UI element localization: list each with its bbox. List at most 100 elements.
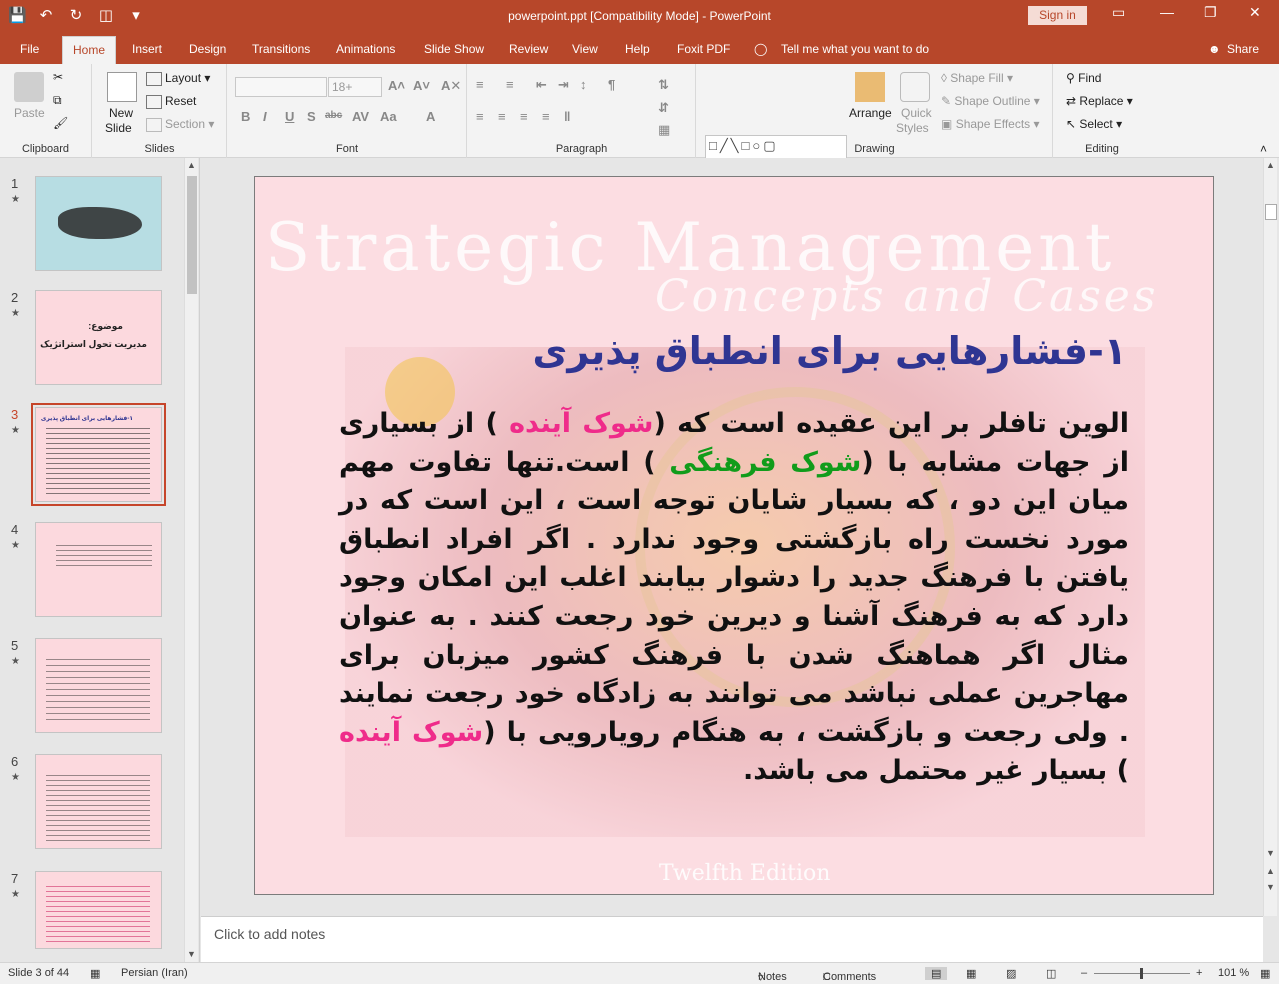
new-slide-button[interactable]: New	[109, 106, 133, 120]
underline-icon[interactable]: U	[285, 109, 294, 124]
clear-formatting-icon[interactable]: A✕	[441, 78, 461, 94]
quick-styles-button-line2[interactable]: Styles	[896, 121, 929, 135]
tab-foxit-pdf[interactable]: Foxit PDF	[677, 42, 730, 56]
zoom-level[interactable]: 101 %	[1218, 967, 1249, 979]
scroll-up-icon[interactable]: ▲	[187, 160, 196, 170]
slide-body-text[interactable]: الوین تافلر بر این عقیده است که (شوک آین…	[339, 405, 1129, 791]
reset-button[interactable]: Reset	[146, 94, 196, 109]
thumbnail-1[interactable]	[35, 176, 162, 271]
share-button[interactable]: Share	[1227, 42, 1259, 56]
align-left-icon[interactable]: ≡	[476, 109, 484, 124]
new-slide-button-line2[interactable]: Slide	[105, 121, 132, 135]
tab-file[interactable]: File	[20, 42, 39, 56]
bullets-icon[interactable]: ≡	[476, 77, 484, 92]
cut-icon[interactable]: ✂	[53, 70, 63, 84]
character-spacing-icon[interactable]: AV	[352, 109, 369, 124]
layout-button[interactable]: Layout ▾	[146, 71, 210, 86]
columns-icon[interactable]: ‖	[564, 109, 570, 124]
copy-icon[interactable]: ⧉	[53, 93, 62, 108]
close-icon[interactable]: ✕	[1249, 4, 1261, 21]
paste-button[interactable]: Paste	[14, 106, 45, 120]
shape-outline-button[interactable]: ✎ Shape Outline ▾	[941, 94, 1040, 108]
slide-sorter-icon[interactable]: ▦	[966, 967, 976, 980]
align-right-icon[interactable]: ≡	[520, 109, 528, 124]
notes-pane[interactable]: Click to add notes	[201, 916, 1263, 962]
increase-indent-icon[interactable]: ⇥	[558, 77, 569, 93]
slideshow-view-icon[interactable]: ◫	[1046, 967, 1056, 980]
slide-heading[interactable]: ۱-فشارهایی برای انطباق پذیری	[533, 329, 1127, 373]
normal-view-icon[interactable]: ▤	[925, 967, 948, 980]
zoom-slider-handle[interactable]	[1140, 968, 1143, 979]
reading-view-icon[interactable]: ▨	[1006, 967, 1016, 980]
maximize-icon[interactable]: ❐	[1204, 4, 1217, 21]
next-slide-icon[interactable]: ▼	[1266, 882, 1275, 892]
tab-home[interactable]: Home	[62, 36, 117, 64]
collapse-ribbon-icon[interactable]: ˄	[1260, 142, 1267, 156]
tab-transitions[interactable]: Transitions	[252, 42, 310, 56]
thumbnail-3[interactable]: ۱-فشارهایی برای انطباق پذیری	[31, 403, 166, 506]
thumbnail-7[interactable]	[35, 871, 162, 949]
tab-view[interactable]: View	[572, 42, 598, 56]
tab-animations[interactable]: Animations	[336, 42, 395, 56]
language-indicator[interactable]: Persian (Iran)	[121, 967, 188, 979]
thumbnail-number: 5	[11, 638, 19, 653]
section-button[interactable]: Section ▾	[146, 117, 214, 132]
tab-design[interactable]: Design	[189, 42, 226, 56]
ribbon-display-icon[interactable]: ▭	[1112, 4, 1125, 21]
rtl-icon[interactable]: ¶	[608, 77, 615, 92]
slide-scrollbar[interactable]: ▲ ▼ ▲ ▼	[1263, 158, 1277, 916]
change-case-icon[interactable]: Aa	[380, 109, 397, 124]
arrange-button[interactable]: Arrange	[849, 106, 892, 120]
strikethrough-icon[interactable]: abc	[325, 110, 342, 121]
line-spacing-icon[interactable]: ↕	[580, 77, 587, 92]
font-color-icon[interactable]: A	[426, 109, 435, 124]
text-shadow-icon[interactable]: S	[307, 109, 316, 124]
zoom-in-icon[interactable]: +	[1196, 967, 1202, 979]
increase-font-icon[interactable]: A˄	[388, 78, 405, 93]
zoom-out-icon[interactable]: –	[1081, 967, 1087, 979]
tab-insert[interactable]: Insert	[132, 42, 162, 56]
replace-button[interactable]: ⇄ Replace ▾	[1066, 94, 1133, 108]
quick-styles-button[interactable]: Quick	[901, 106, 932, 120]
italic-icon[interactable]: I	[263, 109, 267, 124]
decrease-font-icon[interactable]: A˅	[413, 78, 430, 93]
tab-review[interactable]: Review	[509, 42, 548, 56]
thumbnail-5[interactable]	[35, 638, 162, 733]
decrease-indent-icon[interactable]: ⇤	[536, 77, 547, 93]
shape-effects-button[interactable]: ▣ Shape Effects ▾	[941, 117, 1040, 131]
smartart-icon[interactable]: ▦	[658, 122, 670, 138]
minimize-icon[interactable]: —	[1160, 4, 1174, 20]
shape-fill-button[interactable]: ◊ Shape Fill ▾	[941, 71, 1013, 85]
justify-icon[interactable]: ≡	[542, 109, 550, 124]
align-center-icon[interactable]: ≡	[498, 109, 506, 124]
thumbnail-scroll-thumb[interactable]	[187, 176, 197, 294]
select-button[interactable]: ↖ Select ▾	[1066, 117, 1122, 131]
thumbnail-6[interactable]	[35, 754, 162, 849]
animation-star-icon: ★	[11, 425, 20, 436]
previous-slide-icon[interactable]: ▲	[1266, 866, 1275, 876]
numbering-icon[interactable]: ≡	[506, 77, 514, 92]
slide-canvas[interactable]: Strategic Management Concepts and Cases …	[254, 176, 1214, 895]
notes-placeholder[interactable]: Click to add notes	[214, 926, 325, 942]
spell-check-icon[interactable]: ▦	[90, 967, 100, 980]
tab-help[interactable]: Help	[625, 42, 650, 56]
format-painter-icon[interactable]: 🖌	[53, 116, 68, 130]
sign-in-button[interactable]: Sign in	[1028, 6, 1087, 25]
paragraph-label: Paragraph	[555, 143, 608, 155]
scroll-down-icon[interactable]: ▼	[1266, 848, 1275, 858]
scroll-up-icon[interactable]: ▲	[1266, 160, 1275, 170]
thumbnail-2[interactable]: موضوع: مدیریت تحول استراتژیک	[35, 290, 162, 385]
font-size-dropdown[interactable]: 18+	[328, 77, 382, 97]
thumbnail-4[interactable]	[35, 522, 162, 617]
tell-me-box[interactable]: Tell me what you want to do	[781, 42, 929, 56]
bold-icon[interactable]: B	[241, 109, 250, 124]
fit-slide-icon[interactable]: ▦	[1260, 967, 1270, 980]
tab-slide-show[interactable]: Slide Show	[424, 42, 484, 56]
slide-scroll-thumb[interactable]	[1265, 204, 1277, 220]
find-button[interactable]: ⚲ Find	[1066, 71, 1101, 85]
text-direction-icon[interactable]: ⇅	[658, 77, 669, 93]
scroll-down-icon[interactable]: ▼	[187, 949, 196, 959]
thumbnail-scrollbar[interactable]: ▲ ▼	[184, 158, 198, 962]
align-text-icon[interactable]: ⇵	[658, 100, 669, 116]
font-family-dropdown[interactable]	[235, 77, 327, 97]
